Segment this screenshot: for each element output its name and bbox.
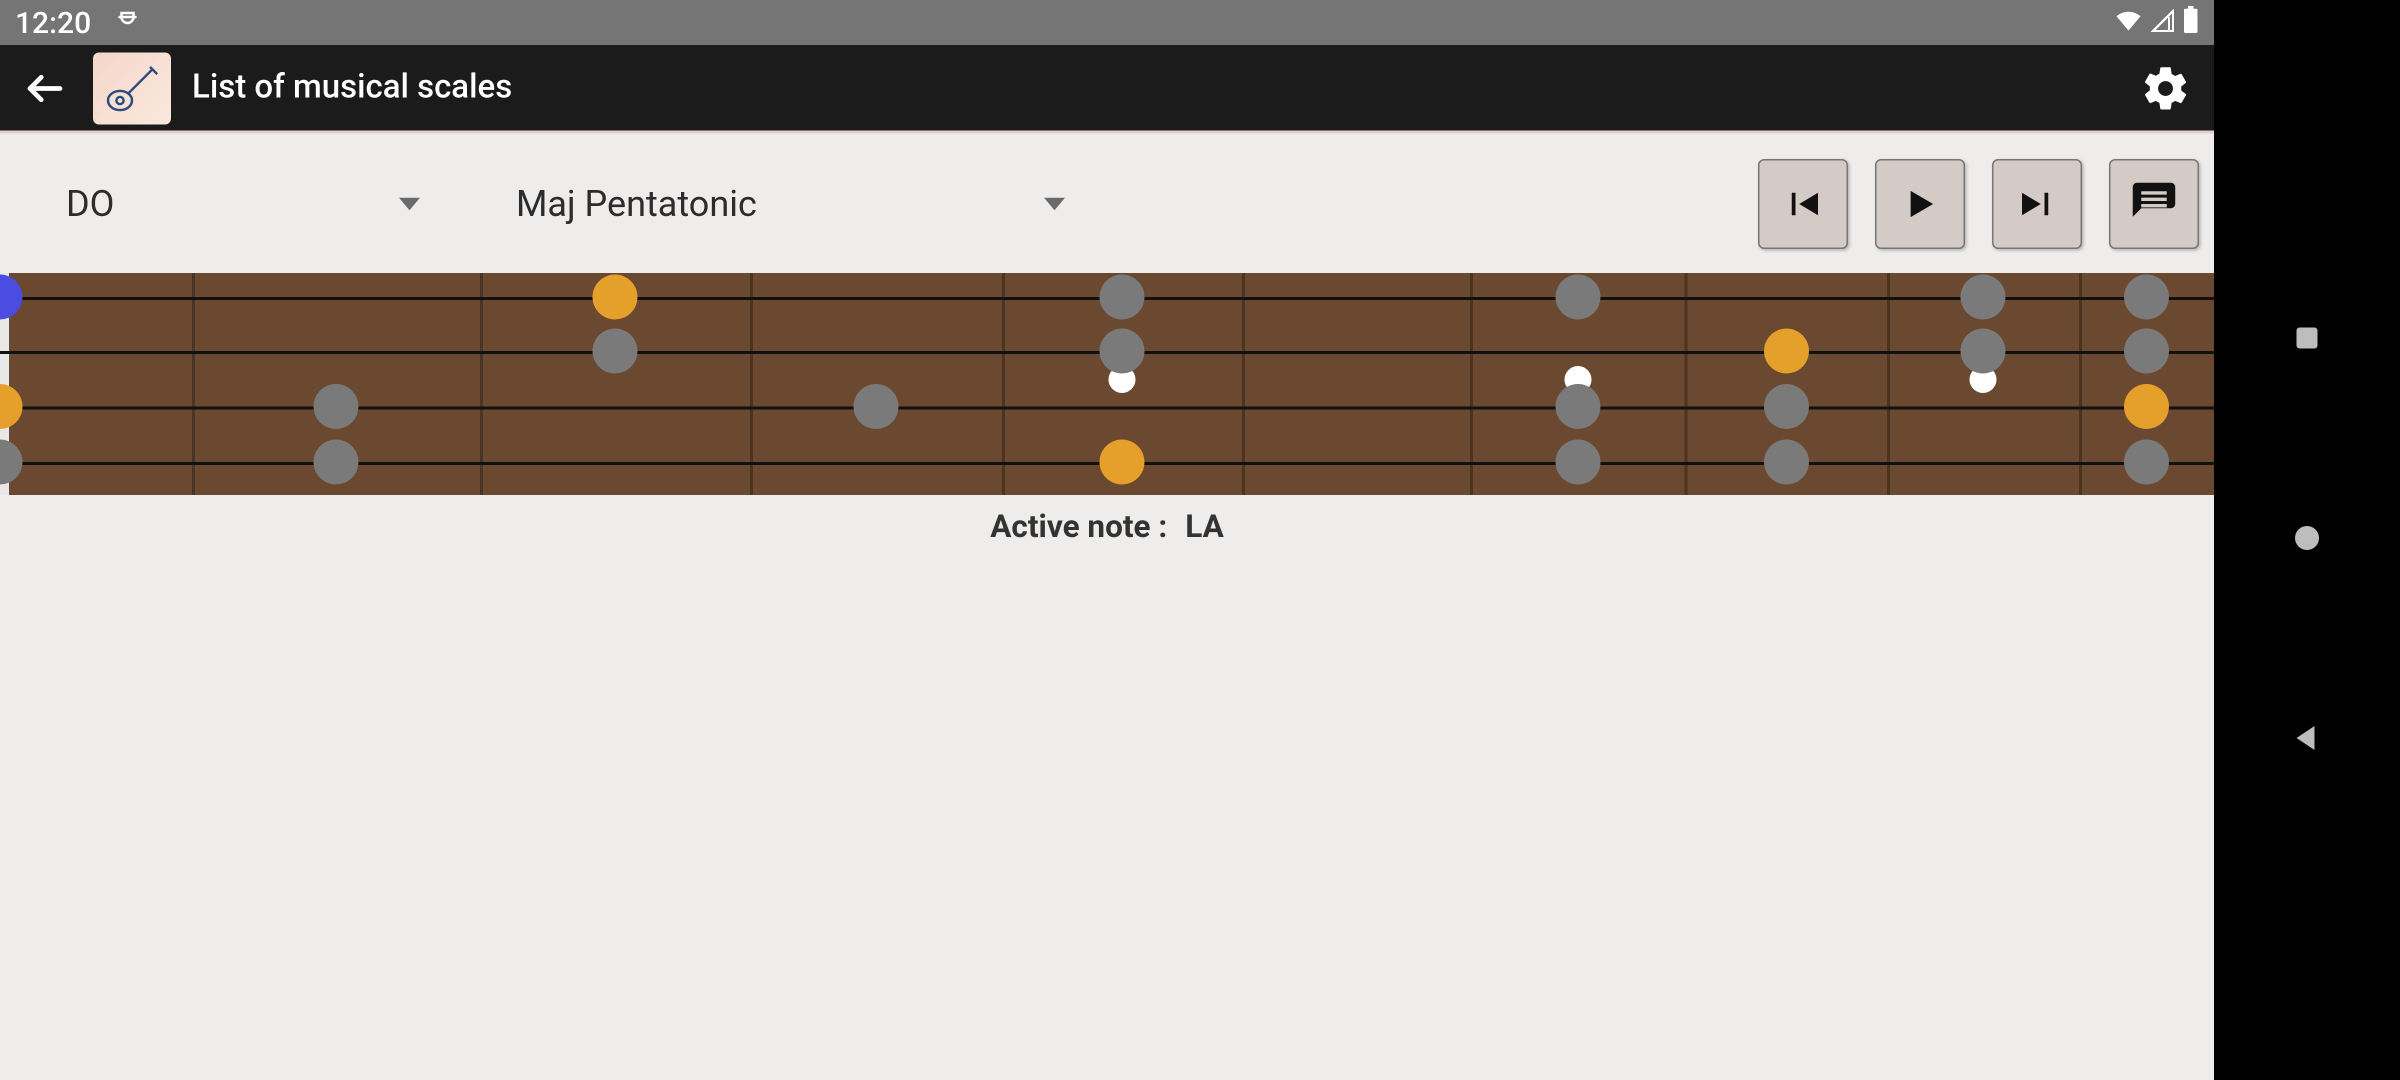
back-button[interactable]	[18, 61, 72, 115]
app-bar: List of musical scales	[0, 45, 2214, 131]
note-dot[interactable]	[1764, 384, 1809, 429]
scale-type-dropdown[interactable]: Maj Pentatonic	[450, 158, 1095, 248]
note-dot[interactable]	[314, 440, 359, 485]
battery-icon	[2183, 5, 2200, 41]
wifi-icon	[2114, 5, 2144, 41]
page-title: List of musical scales	[192, 69, 512, 107]
note-dot[interactable]	[1556, 275, 1601, 320]
root-note-value: DO	[66, 182, 114, 224]
note-dot[interactable]	[0, 275, 23, 320]
active-note-label: Active note :	[990, 510, 1167, 546]
play-button[interactable]	[1875, 158, 1965, 248]
settings-button[interactable]	[2136, 58, 2196, 118]
note-dot[interactable]	[1100, 329, 1145, 374]
active-note-value: LA	[1185, 510, 1224, 546]
chevron-down-icon	[1044, 189, 1065, 218]
status-time: 12:20	[15, 5, 91, 41]
note-dot[interactable]	[1100, 275, 1145, 320]
scale-type-value: Maj Pentatonic	[516, 182, 757, 224]
next-button[interactable]	[1992, 158, 2082, 248]
status-bar: 12:20	[0, 0, 2214, 45]
nav-back-button[interactable]	[2289, 720, 2325, 760]
nav-recent-button[interactable]	[2289, 320, 2325, 360]
app-logo	[93, 52, 171, 124]
nav-home-button[interactable]	[2289, 520, 2325, 560]
fretboard[interactable]	[0, 273, 2214, 495]
controls-bar: DO Maj Pentatonic	[0, 131, 2214, 274]
note-dot[interactable]	[0, 440, 23, 485]
chevron-down-icon	[399, 189, 420, 218]
note-dot[interactable]	[1764, 329, 1809, 374]
system-nav-bar	[2214, 0, 2400, 1080]
note-dot[interactable]	[314, 384, 359, 429]
note-dot[interactable]	[2124, 440, 2169, 485]
note-dot[interactable]	[0, 384, 23, 429]
status-app-icon	[115, 5, 139, 41]
comment-button[interactable]	[2109, 158, 2199, 248]
root-note-dropdown[interactable]: DO	[0, 158, 450, 248]
note-dot[interactable]	[2124, 275, 2169, 320]
note-dot[interactable]	[1100, 440, 1145, 485]
note-dot[interactable]	[593, 275, 638, 320]
note-dot[interactable]	[1961, 275, 2006, 320]
note-dot[interactable]	[2124, 384, 2169, 429]
note-dot[interactable]	[1556, 440, 1601, 485]
note-dot[interactable]	[1556, 384, 1601, 429]
signal-icon	[2150, 5, 2177, 41]
note-dot[interactable]	[1764, 440, 1809, 485]
previous-button[interactable]	[1758, 158, 1848, 248]
note-dot[interactable]	[1961, 329, 2006, 374]
note-dot[interactable]	[2124, 329, 2169, 374]
note-dot[interactable]	[593, 329, 638, 374]
note-dot[interactable]	[854, 384, 899, 429]
active-note-row: Active note : LA	[0, 495, 2214, 561]
